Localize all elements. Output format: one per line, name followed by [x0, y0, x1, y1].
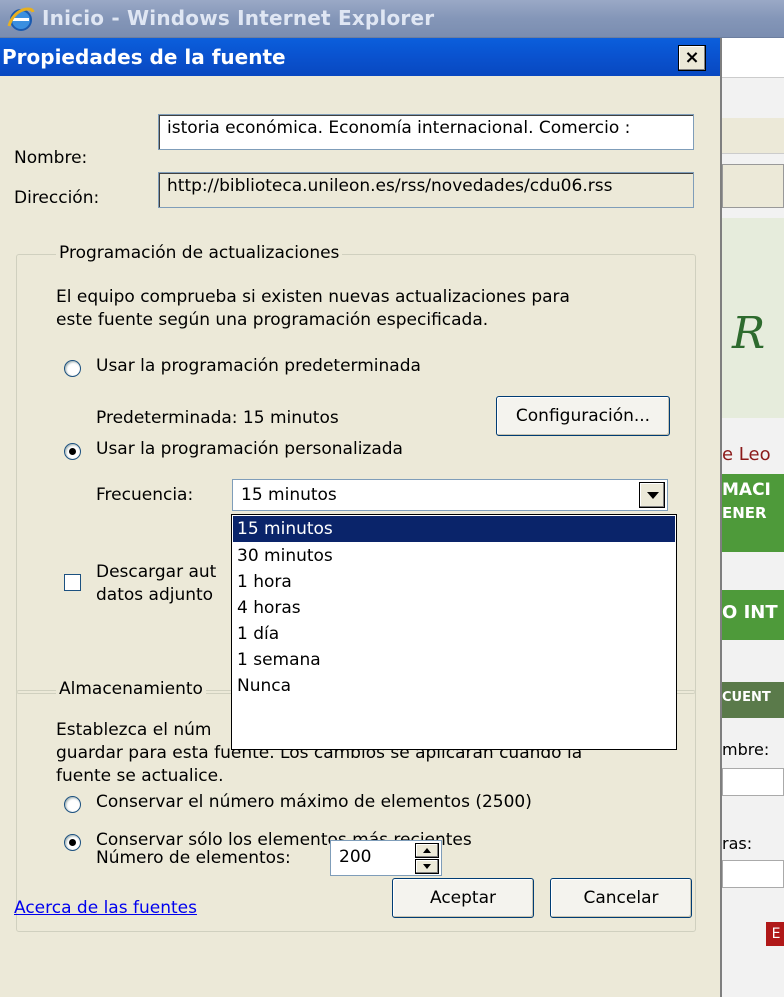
- keep-max-label[interactable]: Conservar el número máximo de elementos …: [96, 792, 532, 812]
- name-field[interactable]: istoria económica. Economía internaciona…: [158, 114, 694, 150]
- bg-name-label: mbre:: [722, 740, 770, 759]
- bg-green-text-1: MACI: [722, 480, 771, 500]
- frequency-dropdown-list[interactable]: 15 minutos 30 minutos 1 hora 4 horas 1 d…: [231, 514, 677, 750]
- storage-description-3: fuente se actualice.: [56, 766, 224, 786]
- bg-heading: e Leo: [722, 444, 771, 465]
- spin-up-icon[interactable]: [415, 843, 439, 858]
- bg-green-text-3: O INT: [722, 602, 778, 623]
- default-schedule-radio[interactable]: [64, 360, 81, 377]
- schedule-legend: Programación de actualizaciones: [56, 243, 343, 263]
- toolbar-fragment: [722, 118, 784, 154]
- address-bar-fragment: [722, 38, 784, 78]
- download-attachments-label-2[interactable]: datos adjunto: [96, 585, 213, 605]
- bg-input-2: [722, 860, 784, 888]
- schedule-description-2: este fuente según una programación espec…: [56, 310, 489, 330]
- item-count-label: Número de elementos:: [96, 848, 291, 868]
- dialog-title: Propiedades de la fuente: [2, 45, 286, 69]
- settings-button[interactable]: Configuración...: [496, 396, 670, 436]
- feed-properties-dialog: Propiedades de la fuente × Nombre: istor…: [0, 38, 722, 997]
- bg-account-text: CUENT: [722, 690, 771, 705]
- schedule-description-1: El equipo comprueba si existen nuevas ac…: [56, 287, 570, 307]
- name-label: Nombre:: [14, 148, 88, 168]
- close-icon[interactable]: ×: [678, 45, 706, 71]
- download-attachments-label-1[interactable]: Descargar aut: [96, 562, 216, 582]
- dialog-titlebar[interactable]: Propiedades de la fuente ×: [0, 38, 720, 76]
- banner-image: R: [722, 218, 784, 418]
- frequency-value: 15 minutos: [241, 485, 337, 505]
- bg-pass-label: ras:: [722, 834, 753, 853]
- browser-titlebar[interactable]: Inicio - Windows Internet Explorer: [0, 0, 784, 38]
- bg-green-text-2: ENER: [722, 504, 767, 522]
- custom-schedule-radio[interactable]: [64, 443, 81, 460]
- bg-green-block-2: O INT: [722, 590, 784, 640]
- frequency-option[interactable]: 4 horas: [233, 595, 675, 621]
- ok-button[interactable]: Aceptar: [392, 878, 534, 918]
- chevron-down-icon[interactable]: [639, 482, 665, 508]
- address-label: Dirección:: [14, 188, 100, 208]
- frequency-option[interactable]: 15 minutos: [233, 516, 675, 542]
- about-feeds-link[interactable]: Acerca de las fuentes: [14, 898, 197, 918]
- bg-input: [722, 768, 784, 796]
- default-schedule-label[interactable]: Usar la programación predeterminada: [96, 356, 421, 376]
- storage-description-1: Establezca el núm: [56, 720, 212, 740]
- keep-max-radio[interactable]: [64, 796, 81, 813]
- frequency-option[interactable]: Nunca: [233, 673, 675, 699]
- frequency-select[interactable]: 15 minutos: [232, 479, 668, 511]
- internet-explorer-icon: [7, 7, 35, 31]
- bg-red-button: E: [766, 922, 784, 946]
- cancel-button[interactable]: Cancelar: [550, 878, 692, 918]
- keep-recent-radio[interactable]: [64, 834, 81, 851]
- frequency-label: Frecuencia:: [96, 485, 194, 505]
- bg-green-block: MACI ENER: [722, 474, 784, 552]
- frequency-option[interactable]: 30 minutos: [233, 543, 675, 569]
- bg-account-bar: CUENT: [722, 682, 784, 718]
- frequency-option[interactable]: 1 día: [233, 621, 675, 647]
- download-attachments-checkbox[interactable]: [64, 574, 81, 591]
- tab-fragment: [722, 164, 784, 208]
- browser-title: Inicio - Windows Internet Explorer: [42, 6, 435, 30]
- default-schedule-info: Predeterminada: 15 minutos: [96, 408, 339, 428]
- frequency-option[interactable]: 1 semana: [233, 647, 675, 673]
- address-field[interactable]: http://biblioteca.unileon.es/rss/novedad…: [158, 172, 694, 208]
- frequency-option[interactable]: 1 hora: [233, 569, 675, 595]
- storage-legend: Almacenamiento: [56, 679, 206, 699]
- banner-logo-text: R: [732, 308, 766, 359]
- custom-schedule-label[interactable]: Usar la programación personalizada: [96, 439, 403, 459]
- background-webpage: R e Leo MACI ENER O INT CUENT mbre: ras:…: [722, 38, 784, 997]
- item-count-value: 200: [339, 847, 372, 867]
- item-count-spinner[interactable]: 200: [330, 840, 442, 876]
- spin-down-icon[interactable]: [415, 859, 439, 874]
